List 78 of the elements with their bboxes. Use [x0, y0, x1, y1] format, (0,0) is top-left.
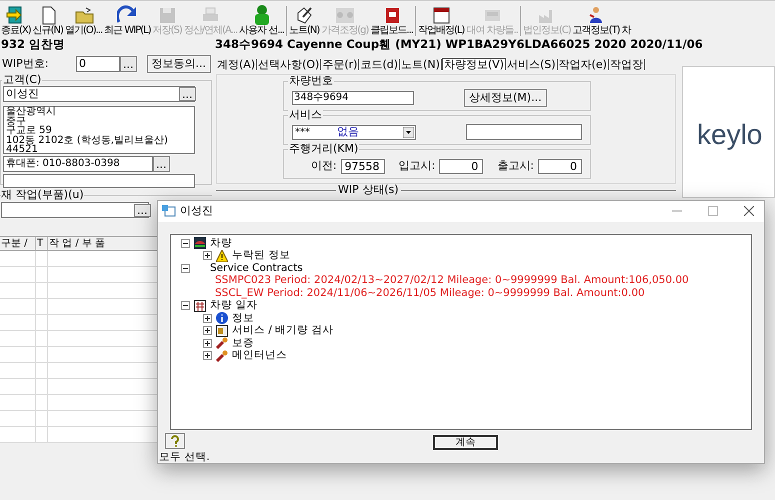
toolbar-button[interactable]: 클립보드... [369, 5, 414, 36]
window-icon [162, 205, 176, 218]
mileage-field[interactable]: 0 [439, 158, 484, 174]
field-label: 이전: [310, 158, 337, 174]
tree-item[interactable]: 서비스 / 배기량 검사 [232, 324, 334, 337]
group-title: 차량번호 [288, 75, 334, 86]
info-icon [216, 312, 228, 324]
contract-line: SSCL_EW Period: 2024/11/06~2026/11/05 Mileage: 0~9999999 Bal. Amount:0.00 [215, 286, 645, 300]
tree-item[interactable]: 누락된 정보 [232, 249, 290, 262]
dropdown-arrow-icon [403, 126, 414, 138]
toolbar-button[interactable]: 최근 WIP(L) [103, 5, 152, 36]
window-title: 이성진 [180, 203, 214, 220]
browse-button[interactable]: ... [179, 87, 196, 101]
browse-button[interactable]: ... [120, 56, 136, 72]
group-title: 서비스 [288, 109, 323, 120]
input-field[interactable] [466, 124, 582, 140]
toolbar-button[interactable]: 차 [620, 5, 632, 36]
field-label: 출고시: [497, 158, 534, 174]
tab[interactable]: 작업자(e) [558, 58, 609, 70]
vehicle-number-field[interactable]: 348수9694 [292, 91, 414, 105]
tab[interactable]: 차량정보(V) [442, 58, 506, 70]
wip-header: 932 임찬명 [0, 36, 66, 54]
column-header[interactable]: T [36, 237, 48, 250]
browse-button[interactable]: ... [134, 204, 150, 217]
toolbar-button[interactable]: 열기(O)... [64, 5, 104, 36]
tab[interactable]: 주문(r) [321, 58, 360, 70]
tab[interactable]: 서비스(S) [506, 58, 558, 70]
status-text: 모두 선택. [158, 451, 211, 463]
car-front-icon [194, 237, 206, 249]
wrench-icon [216, 337, 228, 349]
details-button[interactable]: 상세정보(M)... [464, 89, 547, 107]
toolbar-button[interactable]: 고객정보(T) [572, 5, 621, 36]
close-icon [744, 206, 754, 216]
wip-number-field[interactable]: 0 [76, 56, 120, 72]
toolbar-button[interactable]: 신규(N) [32, 5, 64, 36]
tree-item[interactable]: 정보 [232, 312, 254, 324]
field-label: 입고시: [398, 158, 436, 174]
tab[interactable]: 계정(A) [216, 58, 258, 70]
group-title: 고객(C) [2, 74, 42, 85]
folder-icon [74, 5, 94, 25]
contract-line: SSMPC023 Period: 2024/02/13~2027/02/12 Mileage: 0~9999999 Bal. Amount:106,050.00 [215, 274, 689, 287]
tab[interactable]: 작업장 [608, 58, 645, 70]
toolbar-button[interactable]: 노트(N) [288, 5, 320, 36]
service-value: 없음 [337, 124, 360, 140]
service-dropdown[interactable]: *** 없음 [292, 124, 416, 140]
toolbar-button[interactable]: 작업배정(L) [416, 5, 466, 36]
browse-button[interactable]: ... [153, 156, 170, 172]
mileage-field[interactable]: 97558 [340, 158, 385, 174]
warning-icon [216, 250, 228, 262]
help-icon [170, 435, 180, 448]
group-title: 재 작업(부품)(u) [1, 189, 84, 200]
tree-item[interactable]: Service Contracts [210, 262, 303, 274]
tab[interactable]: 코드(d) [359, 58, 400, 70]
field-label: WIP번호: [2, 56, 50, 72]
group-title: 주행거리(KM) [288, 143, 360, 154]
toolbar-button[interactable]: 사용자 선... [238, 5, 285, 36]
help-button[interactable] [165, 433, 185, 450]
tree-item[interactable]: 차량 [210, 236, 232, 250]
logo-text: keylo [697, 119, 762, 150]
address-field[interactable]: 울산광역시 중구 구교로 59 102동 2102호 (학성동,빌리브울산) 44521 [3, 106, 195, 154]
tree-item[interactable]: 보증 [232, 336, 254, 350]
service-code: *** [295, 126, 311, 140]
circular-arrow-icon [117, 5, 138, 25]
column-header[interactable]: 구분 / [0, 237, 36, 250]
vehicle-header: 348수9694 Cayenne Coup휀 (MY21) WP1BA29Y6LDA66025 2020 2020/11/06 [215, 36, 703, 54]
tree-item[interactable]: 메인터넌스 [232, 349, 287, 362]
tab[interactable]: 선택사항(O) [257, 58, 322, 70]
continue-button[interactable]: 계속 [433, 435, 498, 450]
tree-item[interactable]: 차량 일자 [210, 299, 258, 312]
wrench-icon [216, 350, 228, 362]
mileage-field[interactable]: 0 [538, 158, 582, 174]
consent-button[interactable]: 정보동의... [146, 55, 211, 73]
maximize-icon [708, 206, 718, 216]
group-title: WIP 상태(s) [336, 184, 401, 195]
rework-field[interactable] [1, 202, 149, 218]
toolbar-button[interactable]: 종료(X) [0, 5, 32, 36]
input-field[interactable] [3, 174, 195, 188]
phone-field[interactable]: 휴대폰: 010-8803-0398 [3, 156, 153, 172]
